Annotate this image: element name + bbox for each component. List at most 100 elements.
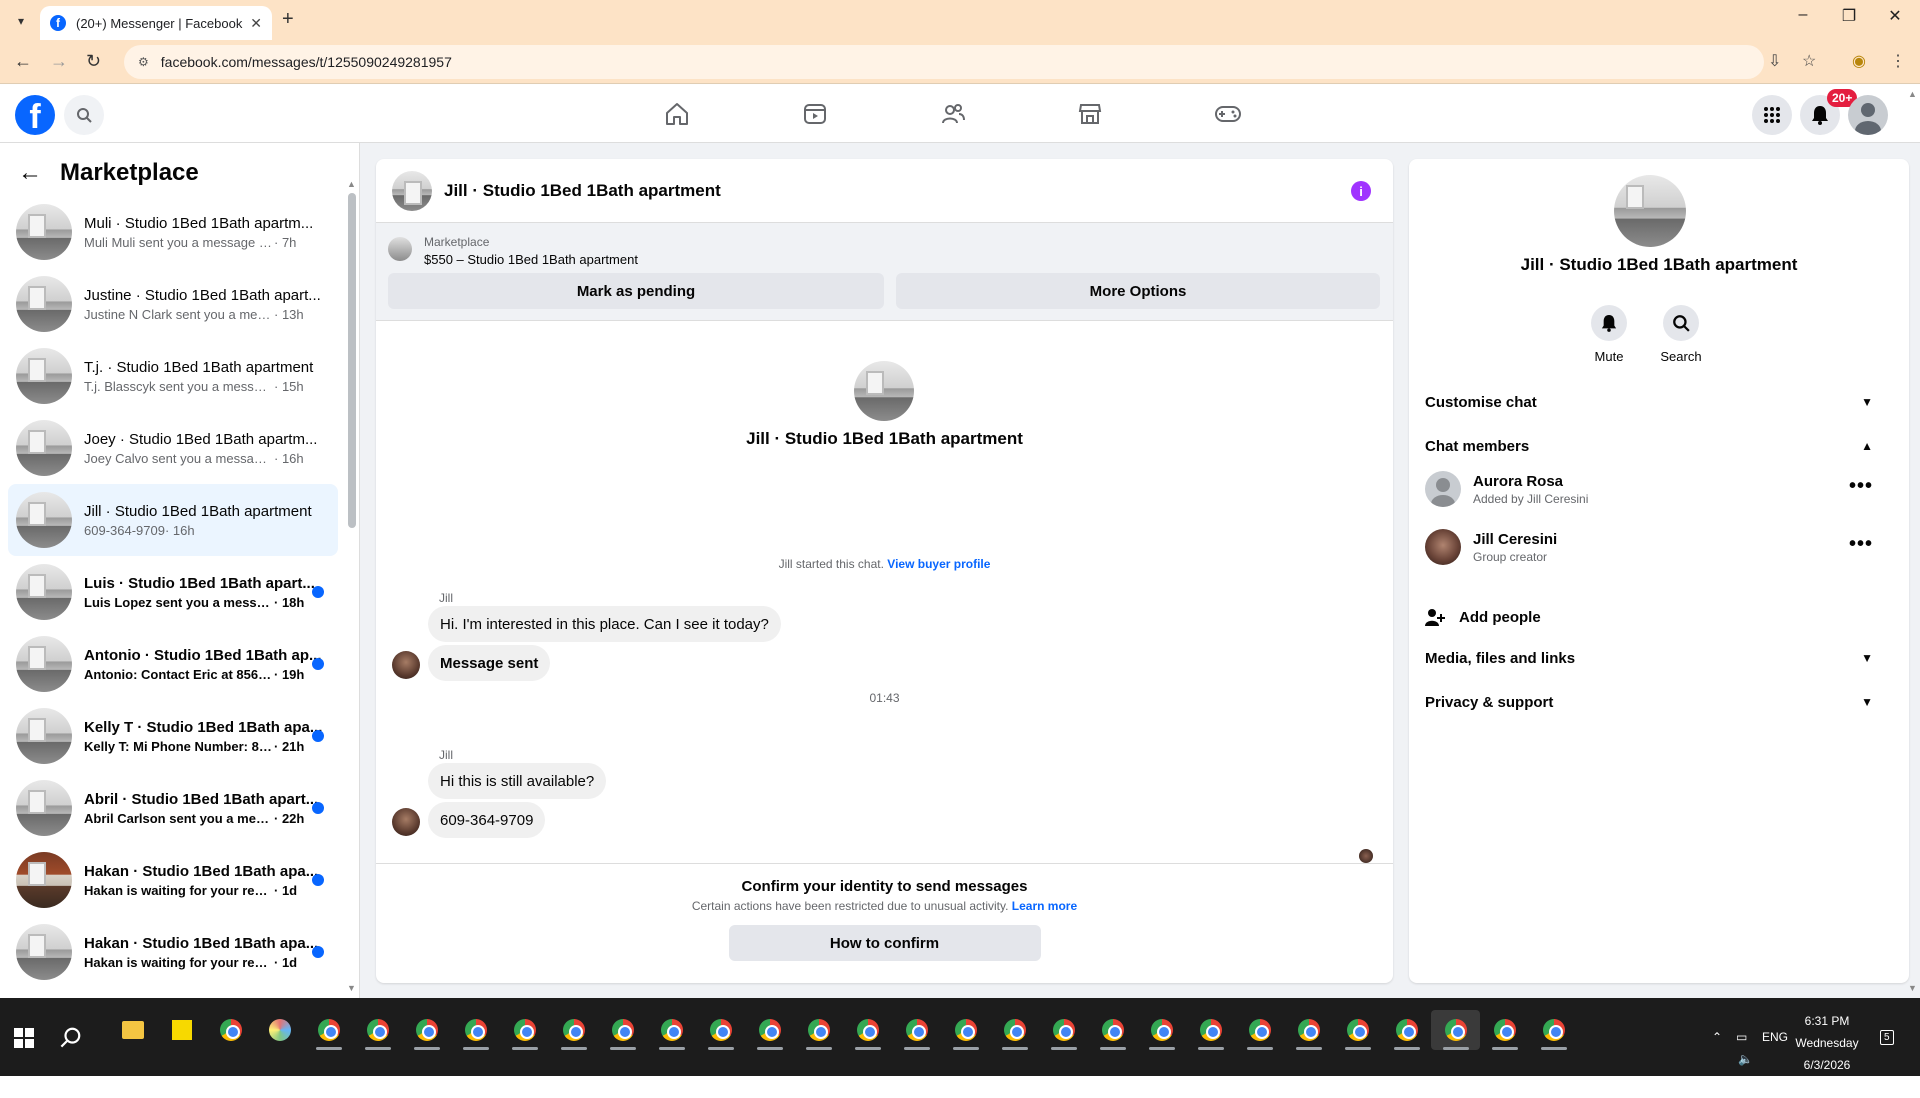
- taskbar-search-icon[interactable]: [60, 1026, 82, 1054]
- tab-close-icon[interactable]: ✕: [250, 15, 262, 32]
- conversation-item[interactable]: Justine · Studio 1Bed 1Bath apart... Just…: [8, 268, 338, 340]
- file-explorer-icon[interactable]: [108, 1010, 157, 1050]
- close-window-icon[interactable]: ✕: [1872, 6, 1918, 26]
- page-scroll-down-icon[interactable]: ▼: [1908, 983, 1917, 993]
- nav-gaming-icon[interactable]: [1213, 99, 1243, 129]
- chrome-window-icon[interactable]: [1480, 1010, 1529, 1050]
- chrome-window-icon[interactable]: [1529, 1010, 1578, 1050]
- sticky-notes-icon[interactable]: [157, 1010, 206, 1050]
- more-options-icon[interactable]: •••: [1849, 533, 1873, 556]
- listing-thumbnail[interactable]: [388, 237, 412, 261]
- learn-more-link[interactable]: Learn more: [1012, 899, 1077, 913]
- chrome-window-icon[interactable]: [1235, 1010, 1284, 1050]
- new-tab-icon[interactable]: +: [282, 8, 294, 31]
- chrome-window-icon[interactable]: [1284, 1010, 1333, 1050]
- volume-icon[interactable]: 🔈: [1738, 1020, 1753, 1098]
- conversation-item[interactable]: Kelly T · Studio 1Bed 1Bath apa... Kelly …: [8, 700, 338, 772]
- chat-members-section[interactable]: Chat members ▲: [1425, 434, 1873, 458]
- details-avatar[interactable]: [1614, 175, 1686, 247]
- chrome-window-icon[interactable]: [1186, 1010, 1235, 1050]
- paint-icon[interactable]: [255, 1010, 304, 1050]
- more-options-icon[interactable]: •••: [1849, 475, 1873, 498]
- browser-tab[interactable]: f (20+) Messenger | Facebook ✕: [40, 6, 272, 40]
- nav-home-icon[interactable]: [662, 99, 692, 129]
- chrome-window-icon[interactable]: [1382, 1010, 1431, 1050]
- conversation-item[interactable]: Luis · Studio 1Bed 1Bath apart... Luis Lo…: [8, 556, 338, 628]
- chat-avatar[interactable]: [392, 170, 432, 211]
- nav-video-icon[interactable]: [800, 99, 830, 129]
- chrome-window-icon[interactable]: [892, 1010, 941, 1050]
- search-in-chat-button[interactable]: Search: [1651, 305, 1711, 364]
- chrome-window-icon[interactable]: [1431, 1010, 1480, 1050]
- conversation-item[interactable]: Muli · Studio 1Bed 1Bath apartm... Muli M…: [8, 196, 338, 268]
- hidden-icons-chevron-icon[interactable]: ⌃: [1712, 998, 1722, 1076]
- chrome-window-icon[interactable]: [647, 1010, 696, 1050]
- minimize-icon[interactable]: –: [1780, 6, 1826, 24]
- taskbar-clock[interactable]: 6:31 PM Wednesday 6/3/2026: [1792, 1010, 1862, 1076]
- nav-marketplace-icon[interactable]: [1075, 99, 1105, 129]
- chrome-window-icon[interactable]: [794, 1010, 843, 1050]
- bookmark-star-icon[interactable]: ☆: [1802, 51, 1816, 71]
- sender-avatar[interactable]: [392, 808, 420, 836]
- chrome-window-icon[interactable]: [696, 1010, 745, 1050]
- chrome-window-icon[interactable]: [451, 1010, 500, 1050]
- chrome-window-icon[interactable]: [549, 1010, 598, 1050]
- sender-avatar[interactable]: [392, 651, 420, 679]
- chrome-window-icon[interactable]: [1137, 1010, 1186, 1050]
- facebook-search-button[interactable]: [64, 95, 104, 135]
- message-bubble[interactable]: Message sent: [428, 645, 551, 681]
- forward-icon[interactable]: →: [50, 51, 68, 72]
- info-icon[interactable]: i: [1351, 181, 1371, 201]
- chat-member[interactable]: Jill Ceresini Group creator •••: [1425, 525, 1873, 569]
- mute-button[interactable]: Mute: [1579, 305, 1639, 364]
- facebook-logo-icon[interactable]: f: [15, 95, 55, 135]
- scroll-up-icon[interactable]: ▲: [347, 179, 356, 189]
- chrome-window-icon[interactable]: [1088, 1010, 1137, 1050]
- chrome-menu-icon[interactable]: ⋮: [1890, 51, 1906, 71]
- chrome-window-icon[interactable]: [843, 1010, 892, 1050]
- menu-grid-button[interactable]: [1752, 95, 1792, 135]
- language-indicator[interactable]: ENG: [1762, 998, 1788, 1076]
- view-buyer-profile-link[interactable]: View buyer profile: [887, 557, 990, 571]
- add-people-button[interactable]: Add people: [1425, 607, 1541, 627]
- conversation-item[interactable]: Joey · Studio 1Bed 1Bath apartm... Joey C…: [8, 412, 338, 484]
- nav-friends-icon[interactable]: [938, 99, 968, 129]
- install-app-icon[interactable]: ⇩: [1768, 51, 1781, 71]
- conversation-item[interactable]: Jill · Studio 1Bed 1Bath apartment 609-36…: [8, 484, 338, 556]
- chrome-window-icon[interactable]: [500, 1010, 549, 1050]
- chrome-icon[interactable]: [206, 1010, 255, 1050]
- media-files-section[interactable]: Media, files and links ▼: [1425, 646, 1873, 670]
- reload-icon[interactable]: ↻: [86, 51, 101, 72]
- windows-start-icon[interactable]: [14, 1028, 34, 1048]
- conversation-item[interactable]: Antonio · Studio 1Bed 1Bath ap... Antonio…: [8, 628, 338, 700]
- chrome-window-icon[interactable]: [1039, 1010, 1088, 1050]
- back-arrow-icon[interactable]: ←: [18, 159, 42, 187]
- chrome-window-icon[interactable]: [598, 1010, 647, 1050]
- tab-search-icon[interactable]: ▾: [10, 10, 32, 32]
- chrome-window-icon[interactable]: [353, 1010, 402, 1050]
- account-avatar[interactable]: [1848, 95, 1888, 135]
- chat-title[interactable]: Jill · Studio 1Bed 1Bath apartment: [444, 181, 721, 201]
- chrome-window-icon[interactable]: [402, 1010, 451, 1050]
- conversation-item[interactable]: T.j. · Studio 1Bed 1Bath apartment T.j. B…: [8, 340, 338, 412]
- chrome-window-icon[interactable]: [990, 1010, 1039, 1050]
- how-to-confirm-button[interactable]: How to confirm: [728, 925, 1041, 961]
- chrome-window-icon[interactable]: [304, 1010, 353, 1050]
- mark-as-pending-button[interactable]: Mark as pending: [388, 273, 884, 309]
- conversation-item[interactable]: Hakan · Studio 1Bed 1Bath apa... Hakan is…: [8, 844, 338, 916]
- privacy-support-section[interactable]: Privacy & support ▼: [1425, 690, 1873, 714]
- scroll-down-icon[interactable]: ▼: [347, 983, 356, 993]
- profile-icon[interactable]: ◉: [1852, 51, 1866, 71]
- conversation-item[interactable]: Hakan · Studio 1Bed 1Bath apa... Hakan is…: [8, 916, 338, 988]
- sidebar-scrollbar[interactable]: [348, 193, 356, 528]
- message-bubble[interactable]: Hi this is still available?: [428, 763, 607, 799]
- url-field[interactable]: ⚙ facebook.com/messages/t/12550902492819…: [124, 45, 1764, 79]
- message-bubble[interactable]: Hi. I'm interested in this place. Can I …: [428, 606, 781, 642]
- action-center-icon[interactable]: 5: [1880, 998, 1894, 1076]
- back-icon[interactable]: ←: [14, 51, 32, 72]
- listing-title[interactable]: $550 – Studio 1Bed 1Bath apartment: [424, 252, 638, 267]
- chrome-window-icon[interactable]: [745, 1010, 794, 1050]
- more-options-button[interactable]: More Options: [896, 273, 1380, 309]
- page-scroll-up-icon[interactable]: ▲: [1908, 89, 1917, 99]
- message-bubble[interactable]: 609-364-9709: [428, 802, 546, 838]
